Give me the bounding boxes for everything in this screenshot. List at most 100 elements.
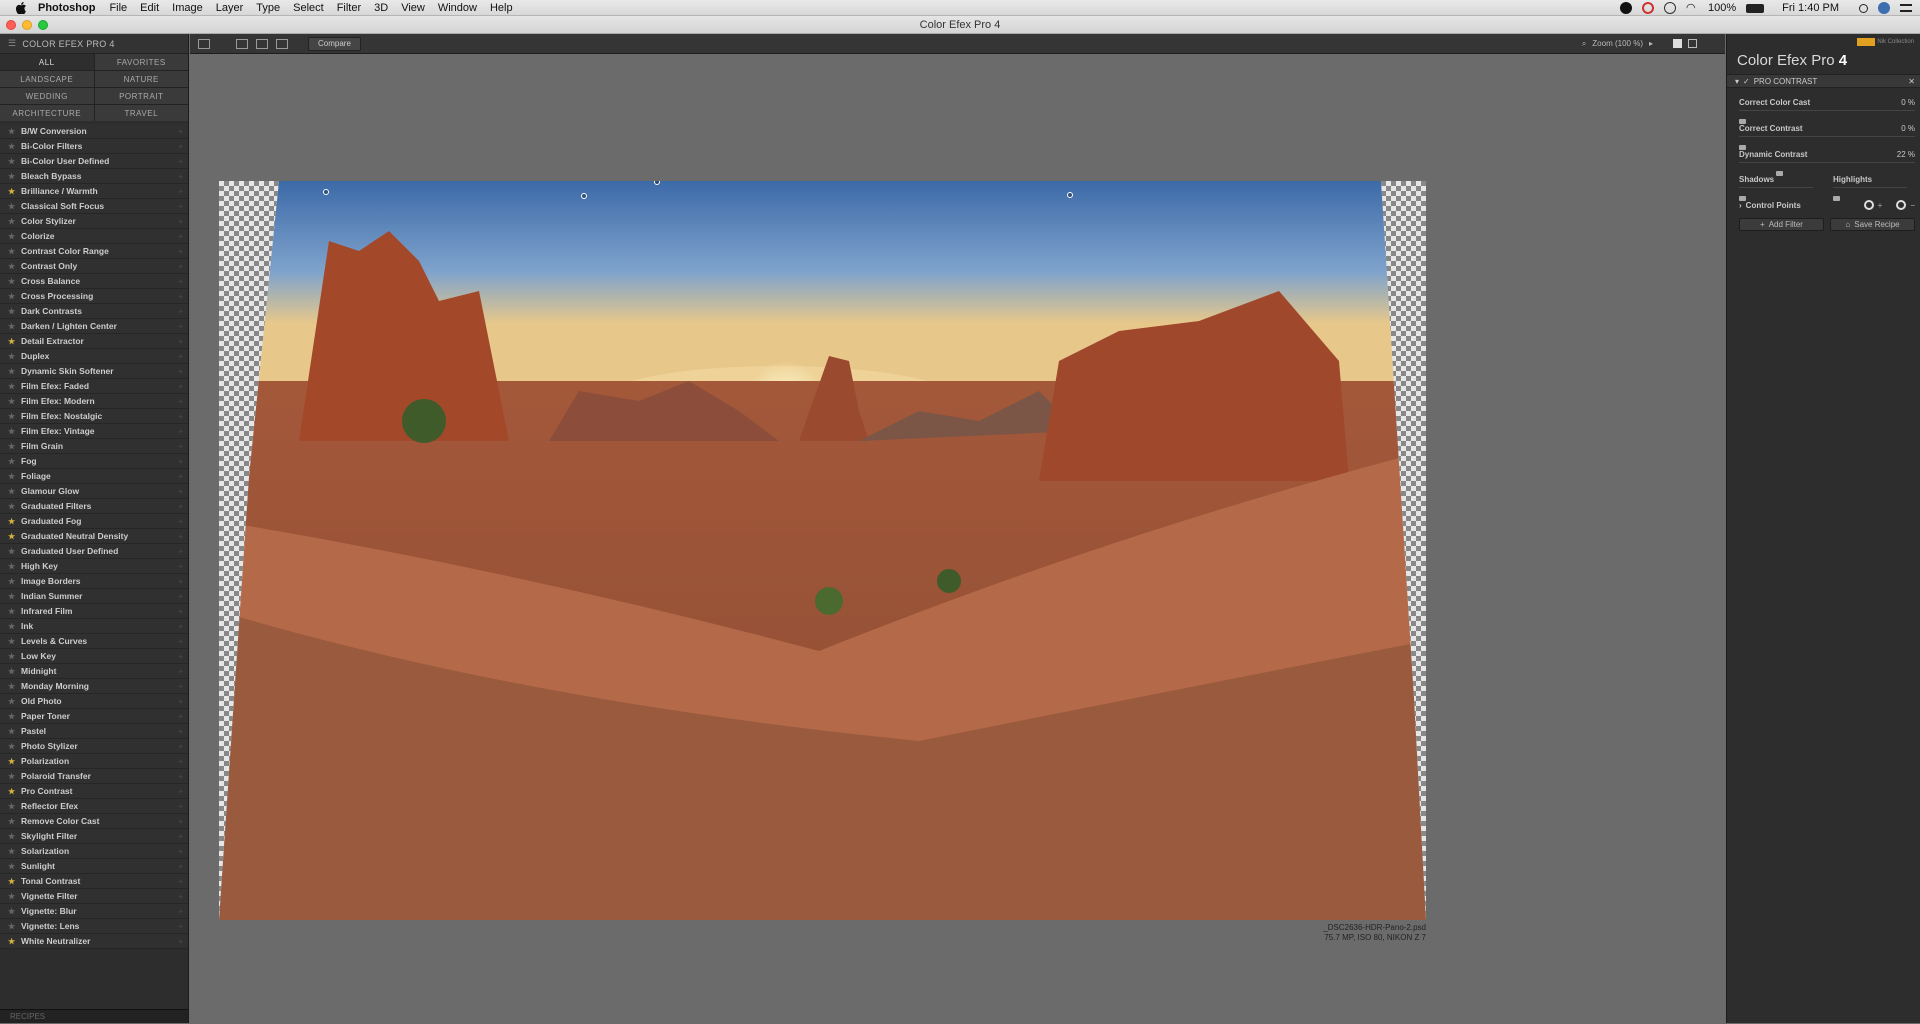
add-filter-icon[interactable]: + (178, 382, 183, 391)
collapse-icon[interactable]: ▾ (1735, 77, 1739, 86)
add-filter-icon[interactable]: + (178, 427, 183, 436)
add-filter-icon[interactable]: + (178, 412, 183, 421)
user-avatar-icon[interactable] (1878, 2, 1890, 14)
favorite-star-icon[interactable]: ★ (8, 697, 18, 706)
menu-type[interactable]: Type (256, 2, 280, 14)
menu-3d[interactable]: 3D (374, 2, 388, 14)
favorite-star-icon[interactable]: ★ (8, 547, 18, 556)
favorite-star-icon[interactable]: ★ (8, 127, 18, 136)
menu-view[interactable]: View (401, 2, 425, 14)
add-filter-icon[interactable]: + (178, 247, 183, 256)
sync-icon[interactable] (1664, 2, 1676, 14)
favorite-star-icon[interactable]: ★ (8, 277, 18, 286)
filter-item[interactable]: ★ Dynamic Skin Softener + (0, 364, 188, 379)
add-filter-icon[interactable]: + (178, 442, 183, 451)
control-point[interactable] (581, 193, 587, 199)
toggle-sidebar-icon[interactable] (198, 38, 210, 49)
add-filter-icon[interactable]: + (178, 397, 183, 406)
favorite-star-icon[interactable]: ★ (8, 232, 18, 241)
filter-item[interactable]: ★ Glamour Glow + (0, 484, 188, 499)
image-canvas[interactable]: _DSC2636-HDR-Pano-2.psd 75.7 MP, ISO 80,… (190, 54, 1725, 1023)
favorite-star-icon[interactable]: ★ (8, 622, 18, 631)
filter-item[interactable]: ★ Monday Morning + (0, 679, 188, 694)
add-filter-icon[interactable]: + (178, 307, 183, 316)
favorite-star-icon[interactable]: ★ (8, 907, 18, 916)
add-filter-icon[interactable]: + (178, 547, 183, 556)
favorite-star-icon[interactable]: ★ (8, 862, 18, 871)
slider-dynamic-contrast[interactable]: Dynamic Contrast 22 % (1739, 150, 1915, 176)
background-color-icon[interactable] (1673, 39, 1682, 48)
filter-item[interactable]: ★ Colorize + (0, 229, 188, 244)
filter-item[interactable]: ★ Cross Processing + (0, 289, 188, 304)
add-filter-icon[interactable]: + (178, 472, 183, 481)
favorite-star-icon[interactable]: ★ (8, 517, 18, 526)
filter-item[interactable]: ★ Tonal Contrast + (0, 874, 188, 889)
favorite-star-icon[interactable]: ★ (8, 202, 18, 211)
side-by-side-view-icon[interactable] (276, 38, 288, 49)
add-filter-icon[interactable]: + (178, 532, 183, 541)
add-filter-icon[interactable]: + (178, 772, 183, 781)
slider-track[interactable] (1833, 187, 1907, 201)
add-filter-icon[interactable]: + (178, 922, 183, 931)
filter-item[interactable]: ★ Brilliance / Warmth + (0, 184, 188, 199)
filter-item[interactable]: ★ High Key + (0, 559, 188, 574)
favorite-star-icon[interactable]: ★ (8, 427, 18, 436)
filter-item[interactable]: ★ Low Key + (0, 649, 188, 664)
minus-icon[interactable]: − (1910, 201, 1915, 210)
filter-item[interactable]: ★ Film Grain + (0, 439, 188, 454)
filter-item[interactable]: ★ Bi-Color Filters + (0, 139, 188, 154)
menu-filter[interactable]: Filter (337, 2, 361, 14)
favorite-star-icon[interactable]: ★ (8, 157, 18, 166)
tab-travel[interactable]: TRAVEL (94, 105, 188, 121)
slider-track[interactable] (1739, 187, 1813, 201)
favorite-star-icon[interactable]: ★ (8, 307, 18, 316)
favorite-star-icon[interactable]: ★ (8, 262, 18, 271)
slider-value[interactable]: 22 % (1897, 150, 1915, 159)
favorite-star-icon[interactable]: ★ (8, 217, 18, 226)
favorite-star-icon[interactable]: ★ (8, 877, 18, 886)
favorite-star-icon[interactable]: ★ (8, 532, 18, 541)
tab-wedding[interactable]: WEDDING (0, 88, 94, 104)
slider-correct-color-cast[interactable]: Correct Color Cast 0 % (1739, 98, 1915, 124)
filter-item[interactable]: ★ Film Efex: Modern + (0, 394, 188, 409)
slider-track[interactable] (1739, 136, 1915, 150)
filter-item[interactable]: ★ Graduated User Defined + (0, 544, 188, 559)
favorite-star-icon[interactable]: ★ (8, 352, 18, 361)
favorite-star-icon[interactable]: ★ (8, 367, 18, 376)
filter-item[interactable]: ★ Contrast Color Range + (0, 244, 188, 259)
zoom-window-button[interactable] (38, 20, 48, 30)
filter-item[interactable]: ★ Graduated Filters + (0, 499, 188, 514)
favorite-star-icon[interactable]: ★ (8, 817, 18, 826)
filter-item[interactable]: ★ Old Photo + (0, 694, 188, 709)
filter-item[interactable]: ★ Vignette Filter + (0, 889, 188, 904)
favorite-star-icon[interactable]: ★ (8, 472, 18, 481)
filter-item[interactable]: ★ Paper Toner + (0, 709, 188, 724)
add-filter-icon[interactable]: + (178, 862, 183, 871)
tab-architecture[interactable]: ARCHITECTURE (0, 105, 94, 121)
apple-icon[interactable] (14, 1, 28, 15)
split-view-icon[interactable] (256, 38, 268, 49)
add-filter-icon[interactable]: + (178, 352, 183, 361)
favorite-star-icon[interactable]: ★ (8, 607, 18, 616)
filter-item[interactable]: ★ Cross Balance + (0, 274, 188, 289)
add-filter-icon[interactable]: + (178, 847, 183, 856)
add-filter-icon[interactable]: + (178, 802, 183, 811)
add-filter-icon[interactable]: + (178, 187, 183, 196)
filter-item[interactable]: ★ Polarization + (0, 754, 188, 769)
add-filter-icon[interactable]: + (178, 622, 183, 631)
filter-item[interactable]: ★ Fog + (0, 454, 188, 469)
add-filter-icon[interactable]: + (178, 337, 183, 346)
favorite-star-icon[interactable]: ★ (8, 142, 18, 151)
slider-value[interactable]: 0 % (1901, 124, 1915, 133)
add-filter-icon[interactable]: + (178, 157, 183, 166)
filter-item[interactable]: ★ Midnight + (0, 664, 188, 679)
filter-item[interactable]: ★ Contrast Only + (0, 259, 188, 274)
favorite-star-icon[interactable]: ★ (8, 637, 18, 646)
favorite-star-icon[interactable]: ★ (8, 712, 18, 721)
filter-item[interactable]: ★ Color Stylizer + (0, 214, 188, 229)
favorite-star-icon[interactable]: ★ (8, 592, 18, 601)
filter-item[interactable]: ★ Photo Stylizer + (0, 739, 188, 754)
add-filter-icon[interactable]: + (178, 637, 183, 646)
filter-item[interactable]: ★ B/W Conversion + (0, 124, 188, 139)
add-filter-button[interactable]: + Add Filter (1739, 218, 1824, 231)
